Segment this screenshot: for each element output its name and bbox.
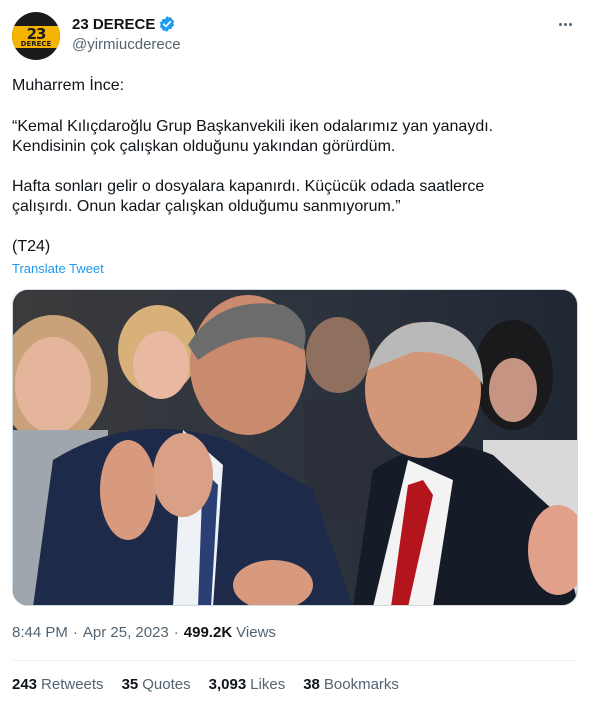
stat-bookmarks[interactable]: 38 Bookmarks [303,676,399,693]
stat-retweets[interactable]: 243 Retweets [12,676,104,693]
tweet-photo[interactable] [12,289,578,606]
meta-separator: · [72,624,78,641]
tweet-stats: 243 Retweets 35 Quotes 3,093 Likes 38 Bo… [12,676,417,693]
avatar[interactable]: 23 DERECE [12,12,60,60]
handle[interactable]: @yirmiucderece [72,36,181,53]
stat-count: 3,093 [208,676,247,693]
views-count: 499.2K [183,624,233,641]
photo-illustration [13,290,577,605]
tweet-meta: 8:44 PM · Apr 25, 2023 · 499.2K Views [12,624,276,641]
tweet-card: 23 DERECE 23 DERECE @yirmiucderece Muhar… [0,0,591,709]
name-row: 23 DERECE [72,14,176,34]
tweet-line-source: (T24) [12,238,51,255]
views-label: Views [236,624,276,641]
meta-separator-2: · [173,624,179,641]
stat-count: 38 [303,676,320,693]
tweet-date[interactable]: Apr 25, 2023 [83,624,169,641]
stat-quotes[interactable]: 35 Quotes [122,676,191,693]
tweet-line-4: çalışırdı. Onun kadar çalışkan olduğumu … [12,198,401,215]
tweet-line-1: “Kemal Kılıçdaroğlu Grup Başkanvekili ik… [12,118,494,135]
stat-count: 35 [121,676,139,693]
translate-tweet-link[interactable]: Translate Tweet [12,261,104,276]
tweet-time[interactable]: 8:44 PM [12,624,68,641]
more-icon[interactable] [553,14,577,34]
tweet-line-2: Kendisinin çok çalışkan olduğunu yakında… [12,138,396,155]
stat-label: Likes [250,676,286,693]
stat-label: Retweets [41,676,104,693]
avatar-word: DERECE [20,40,52,48]
tweet-line-speaker: Muharrem İnce: [12,77,125,94]
display-name[interactable]: 23 DERECE [72,16,155,33]
stat-count: 243 [12,676,38,693]
tweet-line-3: Hafta sonları gelir o dosyalara kapanırd… [12,178,485,195]
stat-label: Quotes [142,676,191,693]
stat-likes[interactable]: 3,093 Likes [209,676,286,693]
stat-label: Bookmarks [323,676,399,693]
divider [12,660,578,661]
verified-badge-icon [160,16,175,32]
